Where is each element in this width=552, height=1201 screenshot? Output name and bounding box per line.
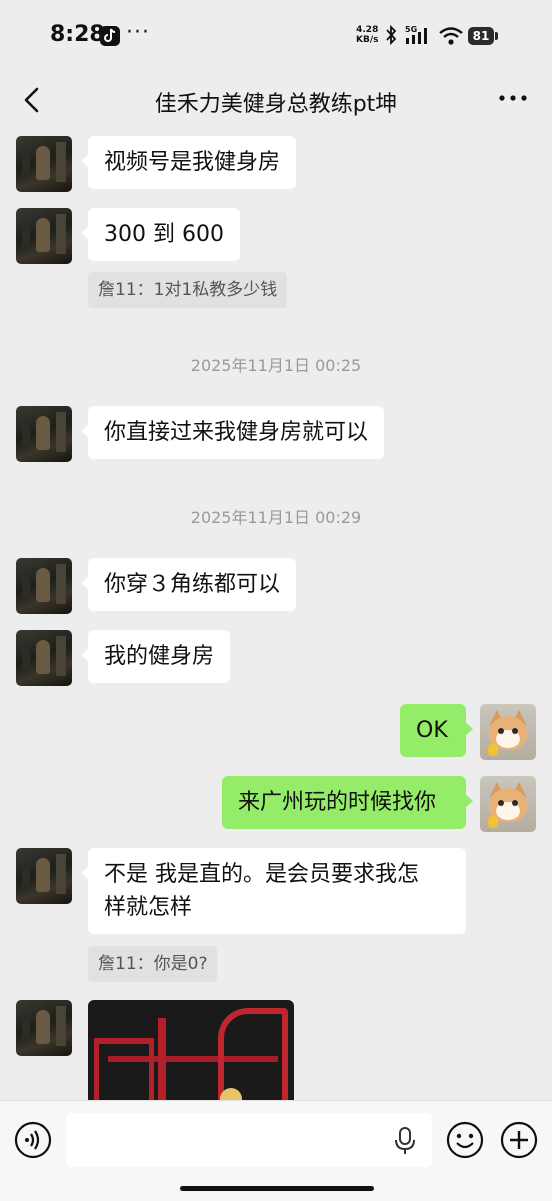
- message-input[interactable]: [66, 1113, 432, 1167]
- contact-avatar[interactable]: [16, 848, 72, 904]
- timestamp: 2025年11月1日 00:25: [190, 356, 362, 375]
- contact-avatar[interactable]: [16, 630, 72, 686]
- emoji-icon[interactable]: [446, 1121, 484, 1159]
- message-list[interactable]: 视频号是我健身房 300 到 600 詹11：1对1私教多少钱 2025年11月…: [0, 128, 552, 1100]
- message-bubble[interactable]: 不是 我是直的。是会员要求我怎 样就怎样: [81, 848, 466, 934]
- my-message-bubble[interactable]: OK: [400, 704, 473, 757]
- timestamp: 2025年11月1日 00:29: [190, 508, 362, 527]
- my-avatar[interactable]: [480, 776, 536, 832]
- contact-avatar[interactable]: [16, 406, 72, 462]
- message-bubble[interactable]: 视频号是我健身房: [80, 136, 297, 189]
- chat-header: 佳禾力美健身总教练pt坤: [0, 72, 552, 128]
- message-line: 样就怎样: [104, 895, 193, 920]
- message-line: 不是 我是直的。是会员要求我怎: [104, 862, 419, 887]
- wifi-icon: [439, 27, 463, 45]
- quoted-message[interactable]: 詹11：1对1私教多少钱: [88, 272, 288, 308]
- mic-icon[interactable]: [394, 1127, 416, 1155]
- status-more-icon: ···: [126, 20, 150, 45]
- image-message[interactable]: [88, 1000, 294, 1100]
- back-icon[interactable]: [16, 84, 48, 116]
- status-time: 8:28: [50, 22, 105, 47]
- status-bar: 8:28 ··· 4.28 KB/s 5G 81: [0, 0, 552, 72]
- message-bubble[interactable]: 我的健身房: [80, 630, 231, 683]
- home-indicator[interactable]: [180, 1186, 374, 1191]
- message-bubble[interactable]: 300 到 600: [81, 208, 240, 261]
- plus-icon[interactable]: [500, 1121, 538, 1159]
- more-icon[interactable]: [496, 86, 530, 110]
- quoted-message[interactable]: 詹11：你是0?: [88, 946, 218, 982]
- chat-title: 佳禾力美健身总教练pt坤: [154, 92, 398, 117]
- signal-icon: 5G: [405, 25, 427, 44]
- contact-avatar[interactable]: [16, 208, 72, 264]
- net-speed-unit: KB/s: [356, 35, 379, 45]
- contact-avatar[interactable]: [16, 558, 72, 614]
- battery-tip: [495, 32, 498, 40]
- svg-text:5G: 5G: [405, 25, 417, 34]
- my-message-bubble[interactable]: 来广州玩的时候找你: [222, 776, 473, 829]
- my-avatar[interactable]: [480, 704, 536, 760]
- contact-avatar[interactable]: [16, 136, 72, 192]
- net-speed: 4.28 KB/s: [356, 25, 378, 45]
- message-bubble[interactable]: 你穿３角练都可以: [80, 558, 297, 611]
- contact-avatar[interactable]: [16, 1000, 72, 1056]
- tiktok-icon: [100, 26, 120, 46]
- bluetooth-icon: [386, 25, 397, 45]
- battery-icon: 81: [468, 27, 494, 45]
- net-speed-value: 4.28: [356, 25, 379, 35]
- message-bubble[interactable]: 你直接过来我健身房就可以: [80, 406, 385, 459]
- voice-icon[interactable]: [14, 1121, 52, 1159]
